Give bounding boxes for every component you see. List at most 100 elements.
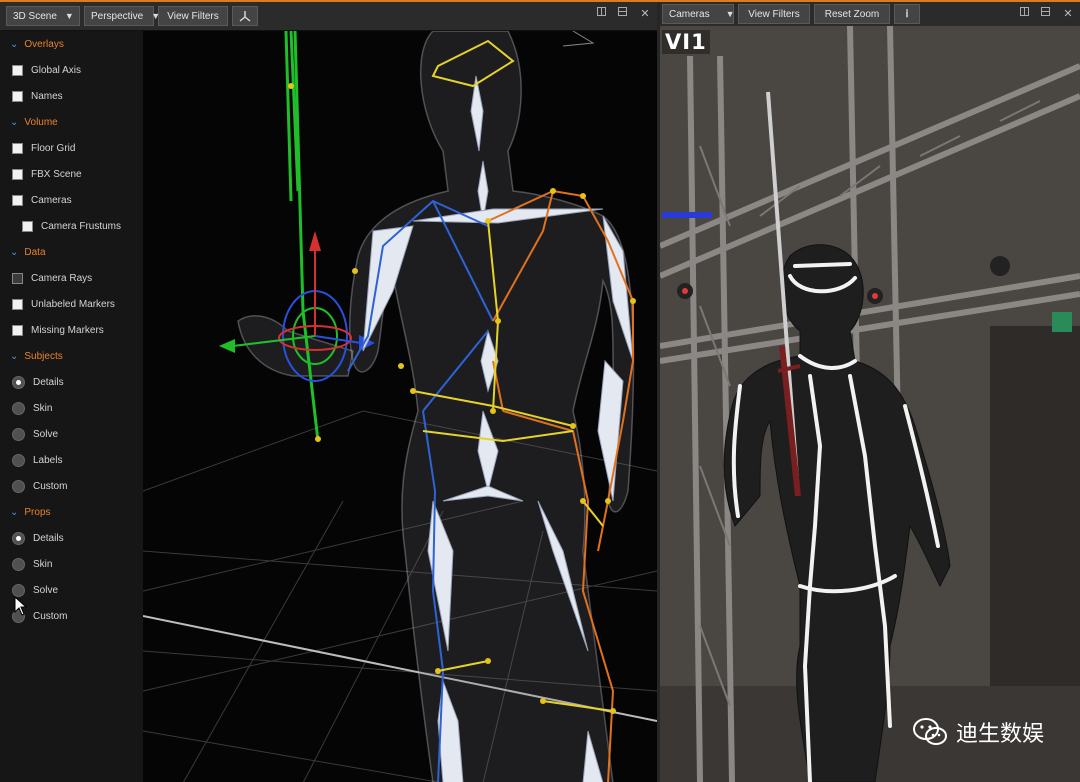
checkbox-names[interactable]: Names bbox=[0, 83, 143, 109]
checkbox-unlabeled-markers[interactable]: Unlabeled Markers bbox=[0, 291, 143, 317]
section-title: Subjects bbox=[24, 350, 63, 362]
watermark: 迪生数娱 bbox=[912, 716, 1044, 748]
camera-view-filters-button[interactable]: View Filters bbox=[738, 4, 810, 24]
checkbox[interactable] bbox=[12, 168, 23, 180]
option-label: Floor Grid bbox=[31, 142, 76, 154]
option-label: Labels bbox=[33, 454, 63, 466]
checkbox[interactable] bbox=[12, 272, 23, 284]
scene-dropdown-label: 3D Scene bbox=[13, 10, 57, 22]
camera-toolbar: Cameras ▼ View Filters Reset Zoom ⅰ ✕ bbox=[660, 2, 1080, 26]
option-label: Details bbox=[33, 376, 64, 388]
mouse-cursor-icon bbox=[14, 596, 28, 616]
checkbox-fbx-scene[interactable]: FBX Scene bbox=[0, 161, 143, 187]
section-volume[interactable]: ⌄ Volume bbox=[0, 109, 143, 135]
option-label: Global Axis bbox=[31, 64, 82, 76]
camera-id-label: VI1 bbox=[662, 30, 710, 54]
radio-subjects-skin[interactable]: Skin bbox=[0, 395, 143, 421]
option-label: Solve bbox=[33, 428, 59, 440]
watermark-text: 迪生数娱 bbox=[955, 722, 1044, 747]
radio-props-skin[interactable]: Skin bbox=[0, 551, 143, 577]
option-label: Details bbox=[33, 532, 64, 544]
checkbox-camera-frustums[interactable]: Camera Frustums bbox=[0, 213, 143, 239]
info-icon: ⅰ bbox=[905, 8, 909, 20]
scene-panel: 3D Scene ▼ Perspective ▼ View Filters ✕ … bbox=[0, 2, 657, 782]
radio-subjects-details[interactable]: Details bbox=[0, 369, 143, 395]
radio-button[interactable] bbox=[12, 453, 25, 467]
split-horizontal-icon[interactable] bbox=[597, 7, 606, 16]
radio-subjects-custom[interactable]: Custom bbox=[0, 473, 143, 499]
cameras-dropdown-label: Cameras bbox=[669, 8, 710, 20]
option-label: Custom bbox=[33, 610, 68, 622]
view-dropdown-label: Perspective bbox=[91, 10, 144, 22]
radio-button[interactable] bbox=[12, 531, 25, 545]
blue-light-bar bbox=[662, 212, 712, 218]
info-button[interactable]: ⅰ bbox=[894, 4, 920, 24]
option-label: Missing Markers bbox=[31, 324, 104, 336]
cameras-dropdown[interactable]: Cameras ▼ bbox=[662, 4, 735, 24]
wechat-icon bbox=[912, 718, 947, 745]
option-label: Skin bbox=[33, 558, 53, 570]
section-props[interactable]: ⌄ Props bbox=[0, 499, 143, 525]
scene-dropdown[interactable]: 3D Scene ▼ bbox=[6, 6, 80, 26]
radio-button[interactable] bbox=[12, 557, 25, 571]
checkbox-global-axis[interactable]: Global Axis bbox=[0, 57, 143, 83]
view-dropdown[interactable]: Perspective ▼ bbox=[84, 6, 160, 26]
radio-button[interactable] bbox=[12, 375, 25, 389]
split-horizontal-icon[interactable] bbox=[1020, 7, 1029, 16]
checkbox[interactable] bbox=[12, 298, 23, 310]
section-title: Props bbox=[24, 506, 51, 518]
option-label: Names bbox=[31, 90, 63, 102]
camera-panel: Cameras ▼ View Filters Reset Zoom ⅰ ✕ VI… bbox=[660, 2, 1080, 782]
radio-subjects-solve[interactable]: Solve bbox=[0, 421, 143, 447]
camera-window-controls: ✕ bbox=[1020, 7, 1074, 20]
option-label: Unlabeled Markers bbox=[31, 298, 115, 310]
3d-viewport[interactable] bbox=[143, 31, 657, 782]
checkbox[interactable] bbox=[12, 324, 23, 336]
checkbox[interactable] bbox=[12, 194, 23, 206]
checkbox-missing-markers[interactable]: Missing Markers bbox=[0, 317, 143, 343]
checkbox[interactable] bbox=[12, 142, 23, 154]
chevron-down-icon: ▼ bbox=[64, 11, 74, 21]
section-title: Volume bbox=[24, 116, 58, 128]
radio-button[interactable] bbox=[12, 479, 25, 493]
radio-button[interactable] bbox=[12, 401, 25, 415]
prop-wand bbox=[284, 31, 320, 442]
checkbox[interactable] bbox=[12, 64, 23, 76]
split-vertical-icon[interactable] bbox=[618, 7, 627, 16]
section-title: Overlays bbox=[24, 38, 64, 50]
option-label: Solve bbox=[33, 584, 59, 596]
chevron-down-icon: ⌄ bbox=[10, 350, 19, 362]
split-vertical-icon[interactable] bbox=[1041, 7, 1050, 16]
section-data[interactable]: ⌄ Data bbox=[0, 239, 143, 265]
radio-button[interactable] bbox=[12, 583, 25, 597]
chevron-down-icon: ⌄ bbox=[10, 506, 19, 518]
checkbox[interactable] bbox=[22, 220, 33, 232]
chevron-down-icon: ⌄ bbox=[10, 38, 19, 50]
checkbox-camera-rays[interactable]: Camera Rays bbox=[0, 265, 143, 291]
option-label: Camera Frustums bbox=[41, 220, 122, 232]
radio-subjects-labels[interactable]: Labels bbox=[0, 447, 143, 473]
option-label: Cameras bbox=[31, 194, 72, 206]
checkbox-floor-grid[interactable]: Floor Grid bbox=[0, 135, 143, 161]
reset-zoom-button[interactable]: Reset Zoom bbox=[814, 4, 890, 24]
camera-video-feed[interactable] bbox=[660, 26, 1080, 782]
view-filters-button[interactable]: View Filters bbox=[158, 6, 228, 26]
radio-button[interactable] bbox=[12, 427, 25, 441]
chevron-down-icon: ⌄ bbox=[10, 246, 19, 258]
checkbox[interactable] bbox=[12, 90, 23, 102]
option-label: FBX Scene bbox=[31, 168, 82, 180]
window-controls: ✕ bbox=[597, 7, 651, 20]
close-icon[interactable]: ✕ bbox=[639, 7, 651, 20]
section-subjects[interactable]: ⌄ Subjects bbox=[0, 343, 143, 369]
option-label: Camera Rays bbox=[31, 272, 93, 284]
scene-toolbar: 3D Scene ▼ Perspective ▼ View Filters ✕ bbox=[0, 2, 657, 31]
section-title: Data bbox=[24, 246, 46, 258]
checkbox-cameras[interactable]: Cameras bbox=[0, 187, 143, 213]
radio-props-details[interactable]: Details bbox=[0, 525, 143, 551]
close-icon[interactable]: ✕ bbox=[1062, 7, 1074, 20]
chevron-down-icon: ▼ bbox=[725, 9, 735, 19]
axis-icon bbox=[239, 11, 251, 22]
axis-button[interactable] bbox=[232, 6, 258, 26]
section-overlays[interactable]: ⌄ Overlays bbox=[0, 31, 143, 57]
view-options-sidebar: ⌄ Overlays Global Axis Names ⌄ Volume Fl… bbox=[0, 31, 143, 782]
